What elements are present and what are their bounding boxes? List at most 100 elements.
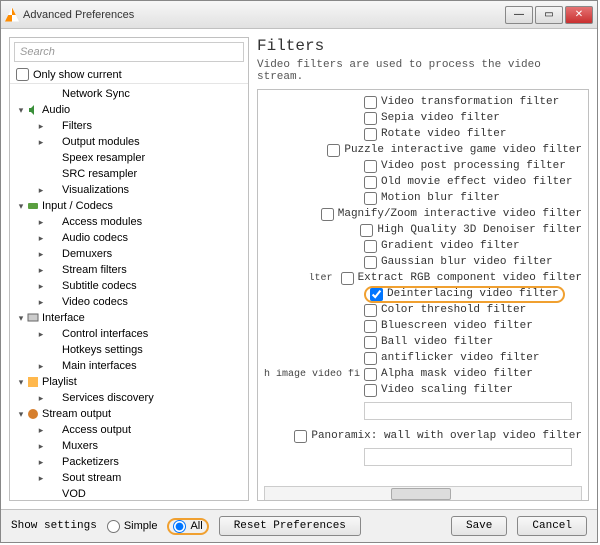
titlebar[interactable]: Advanced Preferences — ▭ ✕ — [1, 1, 597, 29]
filter-row: Color threshold filter — [264, 302, 582, 318]
filter-checkbox[interactable] — [341, 272, 354, 285]
tree-item-hotkeys-settings[interactable]: Hotkeys settings — [10, 342, 248, 358]
preferences-window: Advanced Preferences — ▭ ✕ Search Only s… — [0, 0, 598, 543]
filter-label: High Quality 3D Denoiser filter — [377, 224, 582, 236]
only-show-current-label: Only show current — [33, 69, 122, 81]
filter-checkbox[interactable] — [364, 320, 377, 333]
filter-checkbox[interactable] — [364, 192, 377, 205]
tree-item-services-discovery[interactable]: ▸Services discovery — [10, 390, 248, 406]
simple-radio-wrap[interactable]: Simple — [107, 520, 158, 533]
tree-item-sout-stream[interactable]: ▸Sout stream — [10, 470, 248, 486]
filter-checkbox[interactable] — [364, 112, 377, 125]
filter-row: Ball video filter — [264, 334, 582, 350]
filter-checkbox[interactable] — [294, 430, 307, 443]
reset-preferences-button[interactable]: Reset Preferences — [219, 516, 361, 536]
minimize-button[interactable]: — — [505, 6, 533, 24]
filter-label: antiflicker video filter — [381, 352, 539, 364]
tree-item-visualizations[interactable]: ▸Visualizations — [10, 182, 248, 198]
tree-item-control-interfaces[interactable]: ▸Control interfaces — [10, 326, 248, 342]
category-icon — [26, 312, 40, 324]
filter-row: lterExtract RGB component video filter — [264, 270, 582, 286]
simple-radio[interactable] — [107, 520, 120, 533]
tree-item-network-sync[interactable]: Network Sync — [10, 86, 248, 102]
filters-list[interactable]: Video transformation filterSepia video f… — [257, 89, 589, 501]
tree-item-access-modules[interactable]: ▸Access modules — [10, 214, 248, 230]
filter-checkbox[interactable] — [364, 352, 377, 365]
filter-checkbox[interactable] — [360, 224, 373, 237]
filter-row: Old movie effect video filter — [264, 174, 582, 190]
filter-checkbox[interactable] — [364, 336, 377, 349]
filter-label: Alpha mask video filter — [381, 368, 533, 380]
filter-checkbox[interactable] — [364, 160, 377, 173]
category-icon — [46, 392, 60, 404]
only-show-current-checkbox[interactable] — [16, 68, 29, 81]
tree-item-label: Filters — [60, 120, 92, 132]
tree-item-src-resampler[interactable]: SRC resampler — [10, 166, 248, 182]
tree-item-filters[interactable]: ▸Filters — [10, 118, 248, 134]
category-icon — [26, 408, 40, 420]
tree-item-muxers[interactable]: ▸Muxers — [10, 438, 248, 454]
filters-desc: Video filters are used to process the vi… — [257, 59, 589, 83]
filter-row: h image video filterAlpha mask video fil… — [264, 366, 582, 382]
filter-checkbox[interactable] — [364, 256, 377, 269]
filter-checkbox[interactable] — [364, 128, 377, 141]
twisty-icon: ▸ — [36, 473, 46, 484]
cancel-button[interactable]: Cancel — [517, 516, 587, 536]
filter-checkbox[interactable] — [321, 208, 334, 221]
scrollbar-thumb[interactable] — [391, 488, 451, 500]
twisty-icon: ▾ — [16, 409, 26, 420]
filter-text-input[interactable] — [364, 402, 572, 420]
tree-item-main-interfaces[interactable]: ▸Main interfaces — [10, 358, 248, 374]
filter-checkbox[interactable] — [370, 288, 383, 301]
twisty-icon: ▸ — [36, 217, 46, 228]
tree-item-label: Main interfaces — [60, 360, 137, 372]
left-panel: Search Only show current Network Sync▾Au… — [9, 37, 249, 501]
maximize-button[interactable]: ▭ — [535, 6, 563, 24]
settings-tree[interactable]: Network Sync▾Audio▸Filters▸Output module… — [10, 83, 248, 500]
tree-item-label: Video codecs — [60, 296, 128, 308]
tree-item-stream-filters[interactable]: ▸Stream filters — [10, 262, 248, 278]
tree-item-audio-codecs[interactable]: ▸Audio codecs — [10, 230, 248, 246]
horizontal-scrollbar[interactable] — [264, 486, 582, 501]
tree-item-interface[interactable]: ▾Interface — [10, 310, 248, 326]
filter-checkbox[interactable] — [364, 240, 377, 253]
twisty-icon: ▸ — [36, 393, 46, 404]
tree-item-packetizers[interactable]: ▸Packetizers — [10, 454, 248, 470]
tree-item-playlist[interactable]: ▾Playlist — [10, 374, 248, 390]
filter-checkbox[interactable] — [364, 368, 377, 381]
tree-item-input-codecs[interactable]: ▾Input / Codecs — [10, 198, 248, 214]
tree-item-speex-resampler[interactable]: Speex resampler — [10, 150, 248, 166]
close-button[interactable]: ✕ — [565, 6, 593, 24]
tree-item-stream-output[interactable]: ▾Stream output — [10, 406, 248, 422]
filter-checkbox[interactable] — [364, 304, 377, 317]
save-button[interactable]: Save — [451, 516, 507, 536]
tree-item-access-output[interactable]: ▸Access output — [10, 422, 248, 438]
all-radio-wrap[interactable]: All — [167, 518, 208, 535]
right-panel: Filters Video filters are used to proces… — [257, 37, 589, 501]
tree-item-audio[interactable]: ▾Audio — [10, 102, 248, 118]
filter-label: Extract RGB component video filter — [358, 272, 582, 284]
category-icon — [26, 200, 40, 212]
filter-row: Panoramix: wall with overlap video filte… — [264, 428, 582, 444]
tree-item-label: Output modules — [60, 136, 140, 148]
filter-checkbox[interactable] — [364, 96, 377, 109]
tree-item-subtitle-codecs[interactable]: ▸Subtitle codecs — [10, 278, 248, 294]
tree-item-demuxers[interactable]: ▸Demuxers — [10, 246, 248, 262]
filter-text-input[interactable] — [364, 448, 572, 466]
twisty-icon: ▸ — [36, 249, 46, 260]
filter-row: Bluescreen video filter — [264, 318, 582, 334]
filter-label: Video transformation filter — [381, 96, 559, 108]
twisty-icon: ▸ — [36, 281, 46, 292]
tree-item-video-codecs[interactable]: ▸Video codecs — [10, 294, 248, 310]
filter-label: Ball video filter — [381, 336, 493, 348]
tree-item-vod[interactable]: VOD — [10, 486, 248, 500]
filter-checkbox[interactable] — [364, 384, 377, 397]
filter-checkbox[interactable] — [327, 144, 340, 157]
all-radio[interactable] — [173, 520, 186, 533]
filter-row: Gradient video filter — [264, 238, 582, 254]
filter-checkbox[interactable] — [364, 176, 377, 189]
search-input[interactable]: Search — [14, 42, 244, 62]
category-icon — [46, 440, 60, 452]
tree-item-output-modules[interactable]: ▸Output modules — [10, 134, 248, 150]
tree-item-label: Hotkeys settings — [60, 344, 143, 356]
